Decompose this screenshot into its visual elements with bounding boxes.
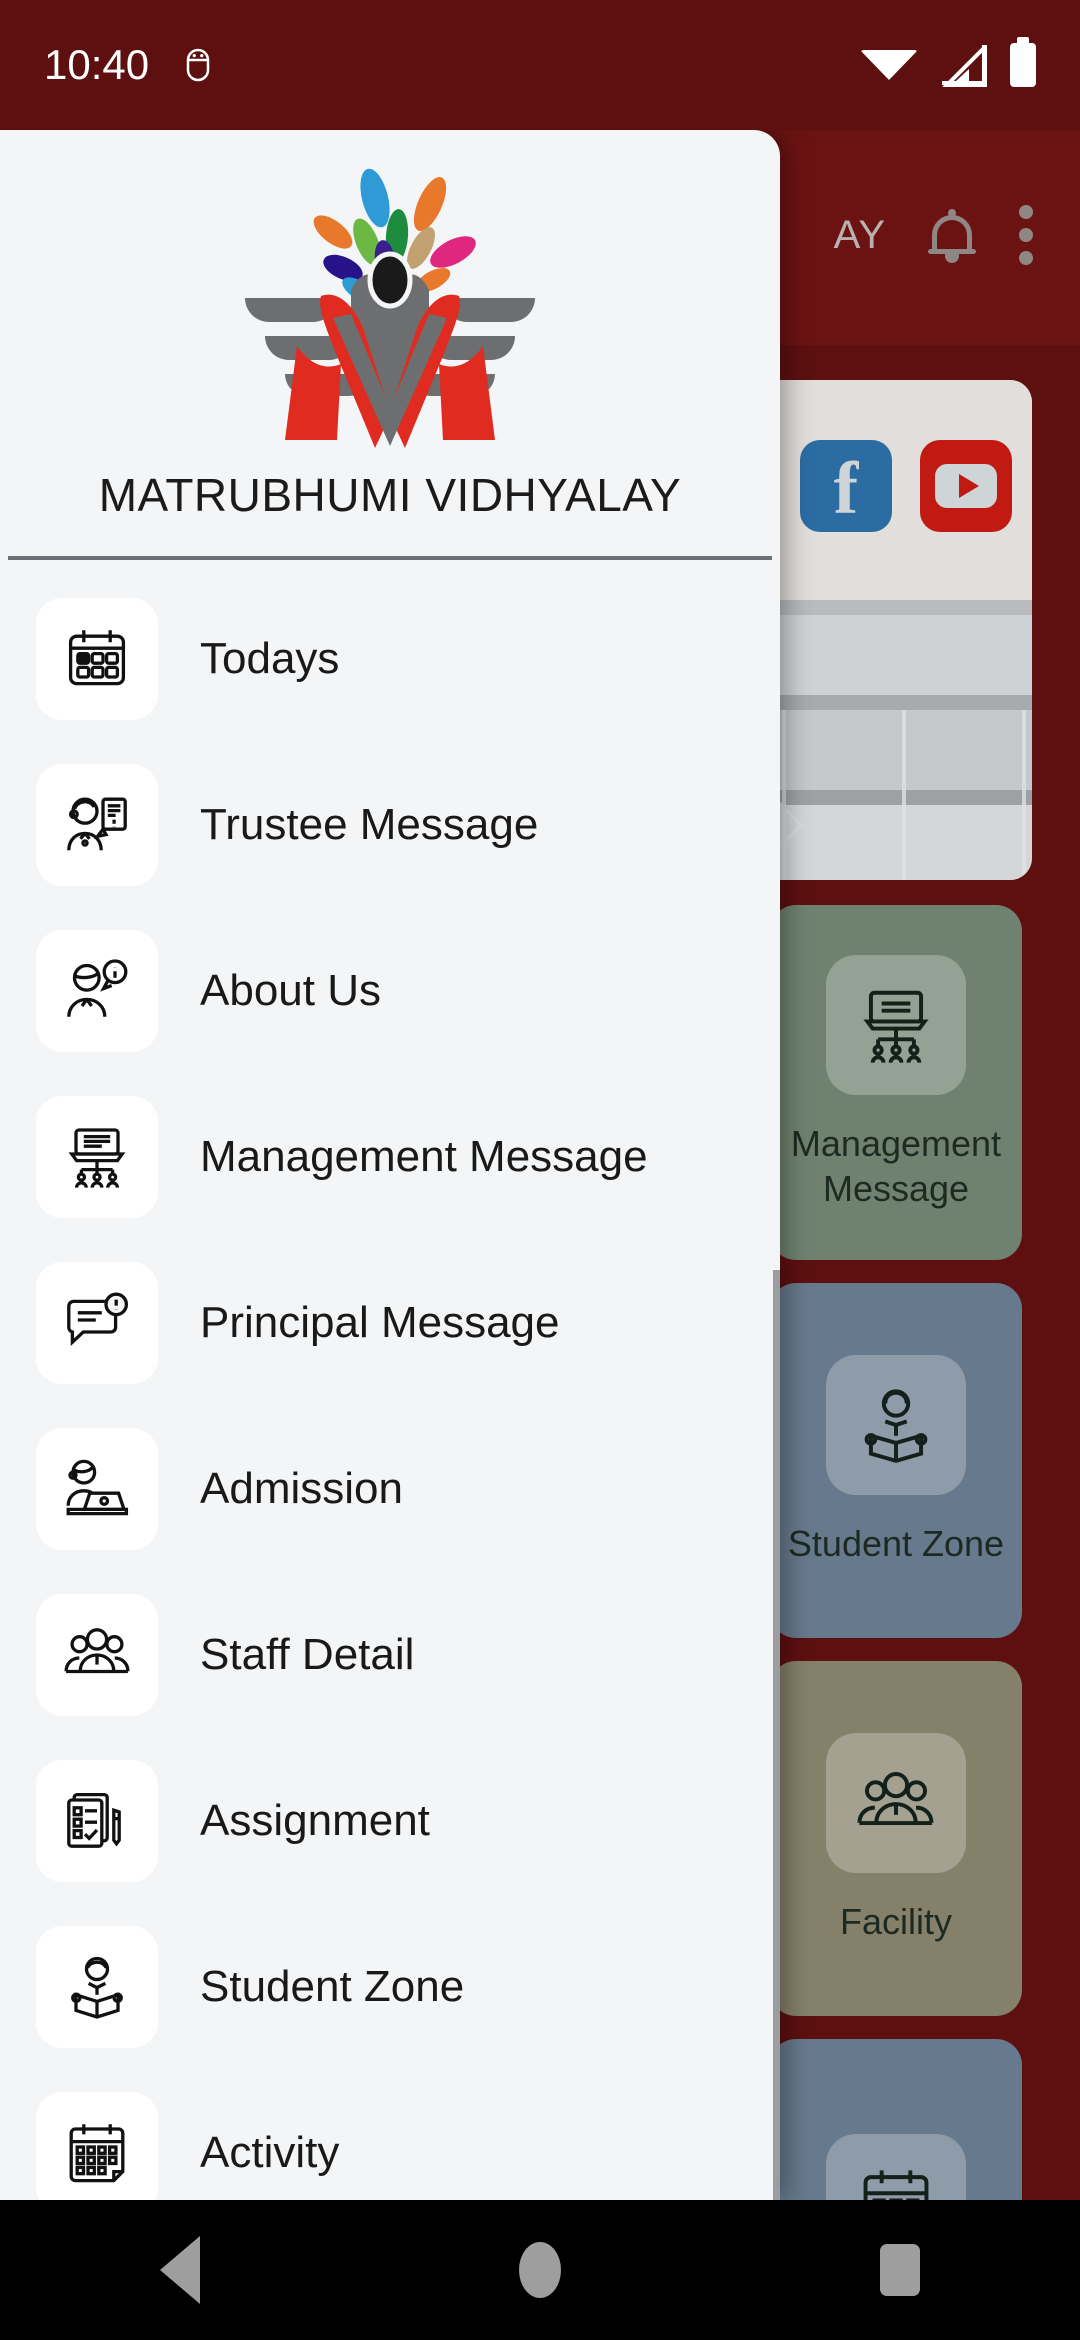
calendar-icon [36, 2092, 158, 2200]
bell-icon[interactable] [926, 207, 978, 263]
android-nav-bar [0, 2200, 1080, 2340]
circle-home-icon[interactable] [518, 2242, 561, 2298]
kebab-menu-icon[interactable] [1018, 205, 1034, 265]
home-card-label: Facility [839, 1901, 952, 1942]
org-chart-icon [36, 1096, 158, 1218]
sidebar-item-activity[interactable]: Activity [0, 2070, 780, 2200]
sidebar-item-label: Staff Detail [200, 1630, 415, 1679]
calendar-grid-icon [36, 598, 158, 720]
student-reading-icon [826, 1355, 966, 1495]
status-bar: 10:40 [0, 0, 1080, 130]
group-people-icon [36, 1594, 158, 1716]
drawer-menu-list: Todays Trustee Message About Us Manageme… [0, 560, 780, 2200]
school-logo [0, 130, 780, 458]
sidebar-item-principal-message[interactable]: Principal Message [0, 1240, 780, 1406]
sidebar-item-management-message[interactable]: Management Message [0, 1074, 780, 1240]
sidebar-item-label: Admission [200, 1464, 403, 1513]
home-card-facility[interactable]: Facility [770, 1661, 1022, 2016]
checklist-pen-icon [36, 1760, 158, 1882]
sidebar-item-label: Management Message [200, 1132, 648, 1181]
home-card-management-message[interactable]: Management Message [770, 905, 1022, 1260]
sidebar-item-admission[interactable]: Admission [0, 1406, 780, 1572]
student-reading-icon [36, 1926, 158, 2048]
sidebar-item-label: Student Zone [200, 1962, 465, 2011]
sidebar-item-label: Activity [200, 2128, 340, 2177]
sidebar-item-assignment[interactable]: Assignment [0, 1738, 780, 1904]
sidebar-item-student-zone[interactable]: Student Zone [0, 1904, 780, 2070]
sidebar-item-about-us[interactable]: About Us [0, 908, 780, 1074]
person-info-icon [36, 930, 158, 1052]
phone-screen: AY ALAY dy Care n S f [0, 0, 1080, 2340]
wifi-icon [860, 50, 918, 80]
navigation-drawer: MATRUBHUMI VIDHYALAY Todays Trustee Mess… [0, 130, 780, 2200]
triangle-back-icon[interactable] [159, 2236, 200, 2304]
drawer-school-name: MATRUBHUMI VIDHYALAY [98, 469, 682, 521]
drawer-scrollbar[interactable] [773, 1270, 780, 2200]
square-recents-icon[interactable] [880, 2244, 921, 2296]
sidebar-item-staff-detail[interactable]: Staff Detail [0, 1572, 780, 1738]
person-document-icon [36, 764, 158, 886]
android-debug-icon [183, 47, 213, 83]
sidebar-item-label: Trustee Message [200, 800, 539, 849]
cellular-signal-icon [942, 42, 987, 87]
home-card-student-zone[interactable]: Student Zone [770, 1283, 1022, 1638]
home-card-label: Management Message [790, 1122, 1002, 1209]
sidebar-item-label: Principal Message [200, 1298, 560, 1347]
facebook-icon[interactable]: f [800, 440, 892, 532]
home-card-label: Student Zone [787, 1523, 1005, 1564]
person-laptop-icon [36, 1428, 158, 1550]
sidebar-item-label: About Us [200, 966, 381, 1015]
group-people-icon [826, 1733, 966, 1873]
sidebar-item-label: Assignment [200, 1796, 430, 1845]
chat-bubble-alert-icon [36, 1262, 158, 1384]
org-chart-icon [826, 954, 966, 1095]
sidebar-item-label: Todays [200, 634, 340, 683]
sidebar-item-todays[interactable]: Todays [0, 576, 780, 742]
youtube-icon[interactable] [920, 440, 1012, 532]
status-bar-clock: 10:40 [44, 41, 150, 88]
battery-icon [1010, 37, 1036, 87]
social-links: f [800, 440, 1012, 532]
app-bar-title: AY [833, 212, 886, 257]
sidebar-item-trustee-message[interactable]: Trustee Message [0, 742, 780, 908]
